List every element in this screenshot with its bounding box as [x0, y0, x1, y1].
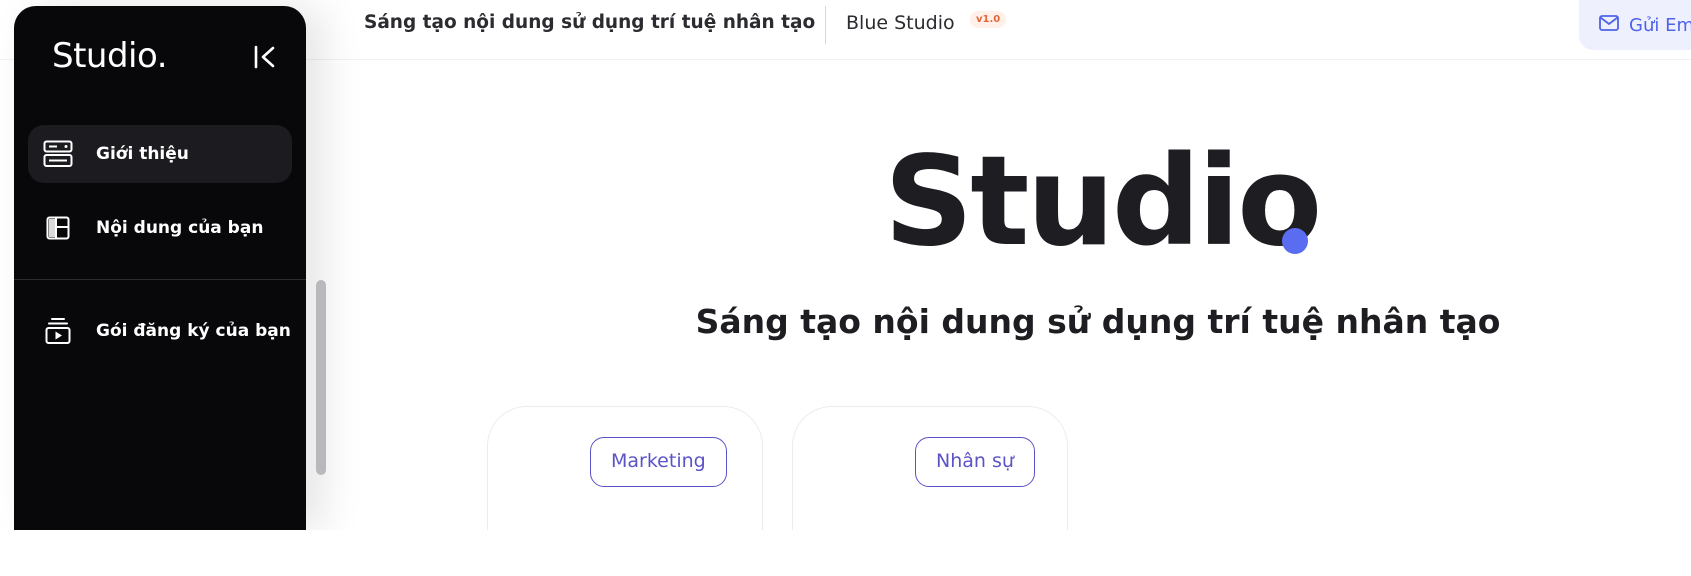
category-card-hr[interactable]: Nhân sự [792, 406, 1068, 530]
collapse-sidebar-button[interactable] [250, 42, 280, 72]
category-tag-hr[interactable]: Nhân sự [915, 437, 1035, 487]
category-card-marketing[interactable]: Marketing [487, 406, 763, 530]
sidebar-item-your-content[interactable]: Nội dung của bạn [28, 199, 292, 257]
mail-icon [1599, 15, 1619, 35]
send-email-label: Gửi Em [1629, 14, 1691, 36]
header-separator [825, 6, 826, 44]
header-title: Sáng tạo nội dung sử dụng trí tuệ nhân t… [364, 12, 816, 33]
collapse-icon [250, 45, 280, 76]
sidebar-item-introduction[interactable]: Giới thiệu [28, 125, 292, 183]
sidebar-item-subscriptions[interactable]: Gói đăng ký của bạn [28, 302, 292, 360]
subscription-icon [30, 317, 86, 345]
app-viewport: Sáng tạo nội dung sử dụng trí tuệ nhân t… [0, 0, 1691, 530]
header-app-name: Blue Studio [846, 12, 955, 34]
send-email-button[interactable]: Gửi Em [1579, 0, 1691, 50]
sidebar-divider [14, 279, 306, 280]
category-tag-marketing[interactable]: Marketing [590, 437, 727, 487]
server-icon [30, 140, 86, 168]
sidebar-item-label: Nội dung của bạn [96, 218, 264, 238]
hero-logo: Studio [884, 130, 1322, 274]
layout-icon [30, 216, 86, 240]
sidebar: Studio. Giới thiệu Nội dung của bạn Gói … [14, 6, 306, 530]
sidebar-item-label: Gói đăng ký của bạn [96, 321, 291, 341]
version-badge: v1.0 [970, 11, 1007, 28]
sidebar-item-label: Giới thiệu [96, 144, 189, 164]
sidebar-scrollbar-thumb[interactable] [316, 280, 326, 475]
sidebar-brand: Studio. [52, 36, 168, 76]
hero-logo-dot [1282, 228, 1308, 254]
